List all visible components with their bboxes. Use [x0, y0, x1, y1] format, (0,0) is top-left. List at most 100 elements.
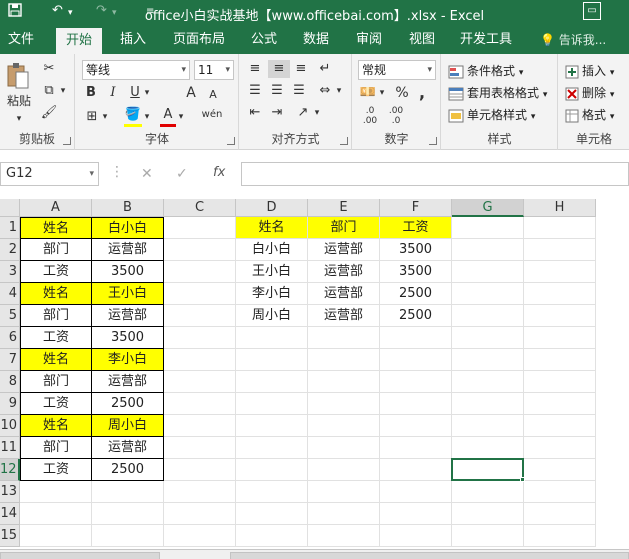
- insert-cells-button[interactable]: 插入 ▾: [565, 62, 614, 79]
- tell-me-box[interactable]: 💡 告诉我...: [540, 26, 606, 54]
- row-header-5[interactable]: 5: [0, 305, 20, 327]
- cell-d4[interactable]: 李小白: [236, 283, 308, 305]
- row-header-15[interactable]: 15: [0, 525, 20, 547]
- cell-g14[interactable]: [452, 503, 524, 525]
- cell-f15[interactable]: [380, 525, 452, 547]
- cell-e12[interactable]: [308, 459, 380, 481]
- cell-e4[interactable]: 运营部: [308, 283, 380, 305]
- row-header-9[interactable]: 9: [0, 393, 20, 415]
- row-header-12[interactable]: 12: [0, 459, 20, 481]
- cell-b13[interactable]: [92, 481, 164, 503]
- horizontal-scrollbar[interactable]: [230, 552, 629, 559]
- cell-f6[interactable]: [380, 327, 452, 349]
- accounting-format-icon[interactable]: 💴: [359, 84, 377, 102]
- cell-h5[interactable]: [524, 305, 596, 327]
- cell-h11[interactable]: [524, 437, 596, 459]
- cell-b12[interactable]: 2500: [92, 459, 164, 481]
- cell-h14[interactable]: [524, 503, 596, 525]
- cell-b8[interactable]: 运营部: [92, 371, 164, 393]
- cell-d12[interactable]: [236, 459, 308, 481]
- cell-b3[interactable]: 3500: [92, 261, 164, 283]
- font-size-dropdown-icon[interactable]: ▾: [225, 61, 230, 79]
- cell-c4[interactable]: [164, 283, 236, 305]
- font-color-dropdown-icon[interactable]: ▾: [176, 108, 186, 126]
- italic-button[interactable]: I: [106, 84, 120, 102]
- row-header-10[interactable]: 10: [0, 415, 20, 437]
- cell-g7[interactable]: [452, 349, 524, 371]
- cell-e2[interactable]: 运营部: [308, 239, 380, 261]
- cell-c9[interactable]: [164, 393, 236, 415]
- cell-h13[interactable]: [524, 481, 596, 503]
- orientation-dropdown-icon[interactable]: ▾: [312, 104, 322, 122]
- font-launcher-icon[interactable]: [227, 137, 235, 145]
- cell-f12[interactable]: [380, 459, 452, 481]
- cell-b1[interactable]: 白小白: [92, 217, 164, 239]
- accounting-dropdown-icon[interactable]: ▾: [377, 84, 387, 102]
- cell-c12[interactable]: [164, 459, 236, 481]
- cell-d5[interactable]: 周小白: [236, 305, 308, 327]
- cell-e9[interactable]: [308, 393, 380, 415]
- cell-d10[interactable]: [236, 415, 308, 437]
- cell-d2[interactable]: 白小白: [236, 239, 308, 261]
- cell-f3[interactable]: 3500: [380, 261, 452, 283]
- cell-h1[interactable]: [524, 217, 596, 239]
- tab-insert[interactable]: 插入: [112, 26, 154, 54]
- cell-a6[interactable]: 工资: [20, 327, 92, 349]
- tab-formulas[interactable]: 公式: [244, 26, 284, 54]
- cell-d8[interactable]: [236, 371, 308, 393]
- cell-d15[interactable]: [236, 525, 308, 547]
- increase-indent-icon[interactable]: ⇥: [268, 104, 286, 122]
- paste-dropdown-icon[interactable]: ▾: [4, 110, 34, 128]
- center-icon[interactable]: ☰: [268, 82, 286, 100]
- cell-a2[interactable]: 部门: [20, 239, 92, 261]
- cell-f7[interactable]: [380, 349, 452, 371]
- cell-b10[interactable]: 周小白: [92, 415, 164, 437]
- cell-g11[interactable]: [452, 437, 524, 459]
- column-header-a[interactable]: A: [20, 199, 92, 217]
- cell-g5[interactable]: [452, 305, 524, 327]
- row-header-3[interactable]: 3: [0, 261, 20, 283]
- cell-f8[interactable]: [380, 371, 452, 393]
- enter-icon[interactable]: ✓: [176, 166, 188, 182]
- cell-a8[interactable]: 部门: [20, 371, 92, 393]
- cell-e6[interactable]: [308, 327, 380, 349]
- cell-g9[interactable]: [452, 393, 524, 415]
- underline-button[interactable]: U: [128, 84, 142, 102]
- cell-d11[interactable]: [236, 437, 308, 459]
- cell-b14[interactable]: [92, 503, 164, 525]
- paste-button[interactable]: 粘贴: [4, 92, 34, 110]
- cell-e8[interactable]: [308, 371, 380, 393]
- comma-button[interactable]: ,: [415, 84, 429, 102]
- column-header-d[interactable]: D: [236, 199, 308, 217]
- cell-b4[interactable]: 王小白: [92, 283, 164, 305]
- cell-c3[interactable]: [164, 261, 236, 283]
- cell-d1[interactable]: 姓名: [236, 217, 308, 239]
- cell-c10[interactable]: [164, 415, 236, 437]
- cell-g6[interactable]: [452, 327, 524, 349]
- number-format-combo[interactable]: 常规 ▾: [358, 60, 436, 80]
- tab-page-layout[interactable]: 页面布局: [168, 26, 230, 54]
- decrease-decimal-icon[interactable]: .00.0: [385, 106, 407, 126]
- cell-h7[interactable]: [524, 349, 596, 371]
- shrink-font-button[interactable]: A: [206, 86, 220, 104]
- borders-dropdown-icon[interactable]: ▾: [100, 108, 110, 126]
- tab-home[interactable]: 开始: [56, 28, 102, 54]
- cell-a12[interactable]: 工资: [20, 459, 92, 481]
- cell-b11[interactable]: 运营部: [92, 437, 164, 459]
- name-box-dropdown-icon[interactable]: ▾: [89, 163, 94, 185]
- cell-c8[interactable]: [164, 371, 236, 393]
- fill-color-icon[interactable]: 🪣: [124, 106, 142, 127]
- cell-d9[interactable]: [236, 393, 308, 415]
- merge-dropdown-icon[interactable]: ▾: [334, 82, 344, 100]
- middle-align-icon[interactable]: ≡: [268, 60, 290, 78]
- cell-e10[interactable]: [308, 415, 380, 437]
- number-launcher-icon[interactable]: [429, 137, 437, 145]
- tab-review[interactable]: 审阅: [348, 26, 390, 54]
- top-align-icon[interactable]: ≡: [246, 60, 264, 78]
- orientation-icon[interactable]: ↗: [294, 104, 312, 122]
- clipboard-launcher-icon[interactable]: [63, 137, 71, 145]
- cell-e15[interactable]: [308, 525, 380, 547]
- row-header-4[interactable]: 4: [0, 283, 20, 305]
- cell-h3[interactable]: [524, 261, 596, 283]
- worksheet-grid[interactable]: A B C D E F G H 1 2 3 4 5 6 7 8 9 10 11 12 13 14 15 姓名 白小白 姓名 部门 工资…: [0, 199, 629, 549]
